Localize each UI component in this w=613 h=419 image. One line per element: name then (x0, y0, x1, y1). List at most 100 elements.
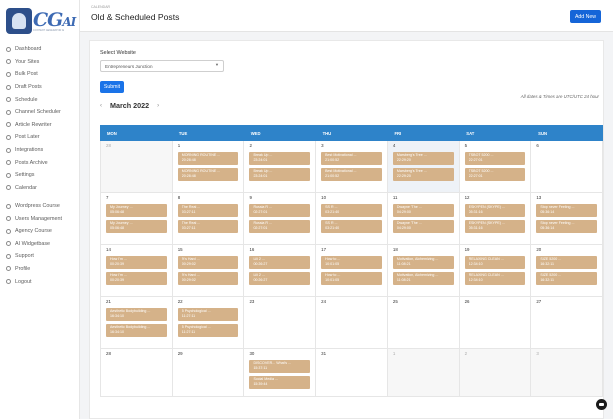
calendar-day[interactable]: 9 Russia R ... 02:27:01 Russia R ... 02:27:0… (244, 193, 317, 245)
scheduled-post-event[interactable]: Dwayne 'The ... 04:29:00 (392, 204, 454, 217)
scheduled-post-event[interactable]: MORNING ROUTINE ... 20:28:48 (177, 168, 239, 181)
scheduled-post-event[interactable]: Best Motivational ... 21:00:52 (321, 152, 382, 165)
scheduled-post-event[interactable]: Aesthetic Bodybuilding ... 16:34:10 (106, 308, 167, 321)
calendar-day[interactable]: 28 (100, 349, 173, 397)
scheduled-post-event[interactable]: DISCOVER... What's ... 15:37:11 (249, 360, 311, 373)
calendar-day[interactable]: 31 (316, 349, 388, 397)
scheduled-post-event[interactable]: Social Media ... 15:39:44 (249, 376, 311, 389)
calendar-day[interactable]: 20 SIZE 5200 ... 16:32:11 SIZE 5200 ... 16:3… (531, 245, 604, 297)
scheduled-post-event[interactable]: The Real ... 03:27:11 (177, 220, 239, 233)
calendar-day[interactable]: 22 5 Psychological ... 11:27:11 5 Psycholog… (172, 297, 245, 349)
calendar-day[interactable]: 4 Marsberg's Tree ... 22:29:20 Marsberg's T… (387, 141, 460, 193)
calendar-day[interactable]: 17 How to ... 10:01:05 How to ... 10:01:05 (316, 245, 388, 297)
scheduled-post-event[interactable]: 5 Psychological ... 11:27:11 (177, 324, 239, 337)
calendar-day[interactable]: 3 Best Motivational ... 21:00:52 Best Motiv… (316, 141, 388, 193)
sidebar-item-wordpress-course[interactable]: Wordpress Course (0, 200, 80, 213)
scheduled-post-event[interactable]: Motivation, Alchemizing ... 11:08:21 (392, 256, 454, 269)
sidebar-item-bulk-post[interactable]: Bulk Post (0, 68, 80, 81)
calendar-day[interactable]: 19 RELAXING CLEAN ... 12:34:10 RELAXING CLE… (459, 245, 532, 297)
chat-icon[interactable] (596, 399, 607, 410)
calendar-day[interactable]: 15 'It's Hard ... 00:29:02 'It's Hard ... 00… (172, 245, 245, 297)
calendar-day[interactable]: 27 (531, 297, 604, 349)
calendar-day[interactable]: 18 Motivation, Alchemizing ... 11:08:21 Mot… (387, 245, 460, 297)
app-logo[interactable]: CGAI CONTENT GENERATOR AI (6, 8, 76, 34)
calendar-day[interactable]: 11 Dwayne 'The ... 04:29:00 Dwayne 'The ...… (387, 193, 460, 245)
calendar-day[interactable]: 29 (172, 349, 245, 397)
calendar-day[interactable]: 12 ESKYPEN (SKYPE) ... 05:31:16 ESKYPEN (SK… (459, 193, 532, 245)
sidebar-item-profile[interactable]: Profile (0, 263, 80, 276)
calendar-day[interactable]: 26 (459, 297, 532, 349)
sidebar-item-schedule[interactable]: Schedule (0, 93, 80, 106)
scheduled-post-event[interactable]: The Real ... 03:27:11 (177, 204, 239, 217)
scheduled-post-event[interactable]: My Journey ... 05:06:48 (106, 204, 167, 217)
scheduled-post-event[interactable]: MORNING ROUTINE ... 20:28:48 (177, 152, 239, 165)
calendar-day[interactable]: 6 (531, 141, 604, 193)
calendar-day[interactable]: 1 (387, 349, 460, 397)
scheduled-post-event[interactable]: Motivation, Alchemizing ... 11:08:21 (392, 272, 454, 285)
calendar-day[interactable]: 7 My Journey ... 05:06:48 My Journey ... 05:… (100, 193, 173, 245)
add-new-button[interactable]: Add New (569, 10, 601, 23)
calendar-day[interactable]: 30 DISCOVER... What's ... 15:37:11 Social M… (244, 349, 317, 397)
sidebar-item-dashboard[interactable]: Dashboard (0, 43, 80, 56)
scheduled-post-event[interactable]: SS R ... 03:21:40 (321, 220, 382, 233)
calendar-day[interactable]: 16 Lili 2 ... 00:26:27 Lili 2 ... 00:26:27 (244, 245, 317, 297)
calendar-day[interactable]: 23 (244, 297, 317, 349)
calendar-day[interactable]: 1 MORNING ROUTINE ... 20:28:48 MORNING ROUT… (172, 141, 245, 193)
sidebar-item-integrations[interactable]: Integrations (0, 144, 80, 157)
sidebar-item-post-later[interactable]: Post Later (0, 131, 80, 144)
scheduled-post-event[interactable]: 'It's Hard ... 00:29:02 (177, 256, 239, 269)
submit-button[interactable]: Submit (100, 81, 124, 93)
scheduled-post-event[interactable]: TSBOT 5200 ... 22:27:01 (464, 152, 526, 165)
sidebar-item-posts-archive[interactable]: Posts Archive (0, 156, 80, 169)
scheduled-post-event[interactable]: My Journey ... 05:06:48 (106, 220, 167, 233)
scheduled-post-event[interactable]: Break Up ... 23:24:01 (249, 168, 311, 181)
calendar-day[interactable]: 24 (316, 297, 388, 349)
scheduled-post-event[interactable]: Stop never Feeling ... 05:36:14 (536, 220, 598, 233)
calendar-day[interactable]: 2 Break Up ... 23:24:01 Break Up ... 23:24:0… (244, 141, 317, 193)
scheduled-post-event[interactable]: How to ... 10:01:05 (321, 272, 382, 285)
scheduled-post-event[interactable]: Dwayne 'The ... 04:29:00 (392, 220, 454, 233)
scheduled-post-event[interactable]: Lili 2 ... 00:26:27 (249, 256, 311, 269)
sidebar-item-ai-widgetbase[interactable]: AI Widgetbase (0, 238, 80, 251)
scheduled-post-event[interactable]: RELAXING CLEAN ... 12:34:10 (464, 256, 526, 269)
calendar-day[interactable]: 28 (100, 141, 173, 193)
sidebar-item-settings[interactable]: Settings (0, 169, 80, 182)
scheduled-post-event[interactable]: Break Up ... 23:24:01 (249, 152, 311, 165)
calendar-day[interactable]: 2 (459, 349, 532, 397)
sidebar-item-agency-course[interactable]: Agency Course (0, 225, 80, 238)
sidebar-item-draft-posts[interactable]: Draft Posts (0, 81, 80, 94)
calendar-day[interactable]: 10 SS R ... 03:21:40 SS R ... 03:21:40 (316, 193, 388, 245)
scheduled-post-event[interactable]: RELAXING CLEAN ... 12:34:10 (464, 272, 526, 285)
scheduled-post-event[interactable]: Russia R ... 02:27:01 (249, 220, 311, 233)
scheduled-post-event[interactable]: Best Motivational ... 21:00:52 (321, 168, 382, 181)
calendar-day[interactable]: 13 Stop never Feeling ... 05:36:14 Stop nev… (531, 193, 604, 245)
scheduled-post-event[interactable]: Aesthetic Bodybuilding ... 16:34:10 (106, 324, 167, 337)
sidebar-item-logout[interactable]: Logout (0, 275, 80, 288)
sidebar-item-your-sites[interactable]: Your Sites (0, 56, 80, 69)
scheduled-post-event[interactable]: SIZE 5200 ... 16:32:11 (536, 272, 598, 285)
sidebar-item-users-management[interactable]: Users Management (0, 212, 80, 225)
chevron-left-icon[interactable]: ‹ (100, 103, 102, 109)
scheduled-post-event[interactable]: ESKYPEN (SKYPE) ... 05:31:16 (464, 220, 526, 233)
calendar-day[interactable]: 14 How I'm ... 00:20:39 How I'm ... 00:20:39 (100, 245, 173, 297)
breadcrumb[interactable]: CALENDAR (91, 5, 110, 9)
scheduled-post-event[interactable]: How I'm ... 00:20:39 (106, 272, 167, 285)
calendar-day[interactable]: 3 (531, 349, 604, 397)
calendar-day[interactable]: 21 Aesthetic Bodybuilding ... 16:34:10 Aest… (100, 297, 173, 349)
sidebar-item-calendar[interactable]: Calendar (0, 182, 80, 195)
chevron-right-icon[interactable]: › (157, 103, 159, 109)
scheduled-post-event[interactable]: Marsberg's Tree ... 22:29:20 (392, 168, 454, 181)
scheduled-post-event[interactable]: Stop never Feeling ... 05:36:14 (536, 204, 598, 217)
scheduled-post-event[interactable]: ESKYPEN (SKYPE) ... 05:31:16 (464, 204, 526, 217)
scheduled-post-event[interactable]: TSBOT 5200 ... 22:27:01 (464, 168, 526, 181)
scheduled-post-event[interactable]: SS R ... 03:21:40 (321, 204, 382, 217)
scheduled-post-event[interactable]: How to ... 10:01:05 (321, 256, 382, 269)
sidebar-item-article-rewriter[interactable]: Article Rewriter (0, 119, 80, 132)
scheduled-post-event[interactable]: How I'm ... 00:20:39 (106, 256, 167, 269)
scheduled-post-event[interactable]: Lili 2 ... 00:26:27 (249, 272, 311, 285)
scheduled-post-event[interactable]: SIZE 5200 ... 16:32:11 (536, 256, 598, 269)
calendar-day[interactable]: 5 TSBOT 5200 ... 22:27:01 TSBOT 5200 ... 22:… (459, 141, 532, 193)
calendar-day[interactable]: 25 (387, 297, 460, 349)
calendar-day[interactable]: 8 The Real ... 03:27:11 The Real ... 03:27:1… (172, 193, 245, 245)
sidebar-item-channel-scheduler[interactable]: Channel Scheduler (0, 106, 80, 119)
